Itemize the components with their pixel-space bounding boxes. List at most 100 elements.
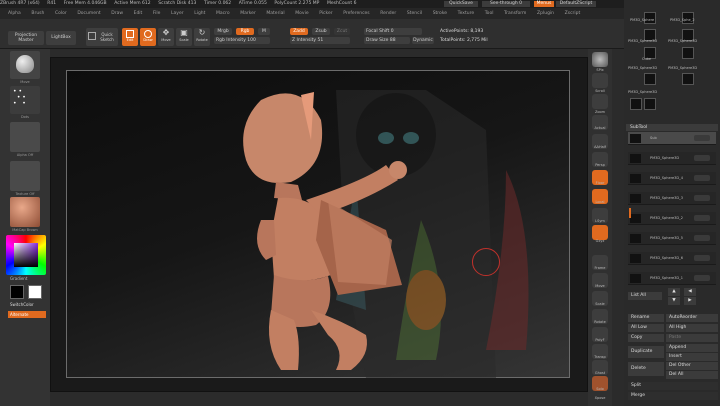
paste-button[interactable]: Paste bbox=[666, 334, 718, 342]
dynamic-button[interactable]: Dynamic bbox=[412, 37, 434, 44]
see-through-slider[interactable]: See-through 0 bbox=[482, 1, 530, 7]
arrow-down-button[interactable]: ▼ bbox=[668, 297, 680, 305]
scale-button[interactable]: ▣ Scale bbox=[176, 28, 192, 46]
rename-button[interactable]: Rename bbox=[628, 314, 664, 322]
lightbox-button[interactable]: LightBox bbox=[46, 31, 76, 45]
brush-selector[interactable] bbox=[10, 51, 40, 79]
gradient-label[interactable]: Gradient bbox=[10, 276, 27, 281]
auto-reorder-button[interactable]: AutoReorder bbox=[666, 314, 718, 322]
tool-thumb[interactable] bbox=[644, 73, 656, 85]
menu-zscript[interactable]: Zscript bbox=[565, 11, 581, 16]
append-button[interactable]: Append bbox=[666, 344, 718, 352]
subtool-row[interactable]: PM3D_Sphere3D bbox=[628, 152, 716, 165]
subtool-row[interactable]: PM3D_Sphere3D_2 bbox=[628, 212, 716, 225]
insert-button[interactable]: Insert bbox=[666, 353, 718, 361]
menu-edit[interactable]: Edit bbox=[134, 11, 143, 16]
menu-color[interactable]: Color bbox=[55, 11, 67, 16]
menu-macro[interactable]: Macro bbox=[216, 11, 230, 16]
menu-stencil[interactable]: Stencil bbox=[407, 11, 422, 16]
edit-button[interactable]: Edit bbox=[122, 28, 138, 46]
tool-thumb[interactable] bbox=[682, 73, 694, 85]
mrgb-button[interactable]: Mrgb bbox=[214, 28, 232, 35]
subtool-row[interactable]: Sub bbox=[628, 132, 716, 145]
menu-layer[interactable]: Layer bbox=[171, 11, 184, 16]
quicksave-button[interactable]: QuickSave bbox=[444, 1, 478, 7]
split-button[interactable]: Split bbox=[628, 382, 718, 390]
model-viewport-render[interactable] bbox=[66, 70, 570, 378]
visibility-toggle[interactable] bbox=[694, 235, 710, 241]
rotate-button[interactable]: ↻ Rotate bbox=[194, 28, 210, 46]
rgb-intensity-slider[interactable]: Rgb Intensity 100 bbox=[214, 37, 270, 44]
menu-marker[interactable]: Marker bbox=[240, 11, 256, 16]
visibility-toggle[interactable] bbox=[694, 155, 710, 161]
menu-file[interactable]: File bbox=[153, 11, 161, 16]
tool-thumb[interactable] bbox=[682, 47, 694, 59]
menu-movie[interactable]: Movie bbox=[295, 11, 308, 16]
m-button[interactable]: M bbox=[258, 28, 270, 35]
xpose-label[interactable]: Xpose bbox=[588, 396, 612, 400]
stroke-selector[interactable]: • • • • • • bbox=[10, 86, 40, 114]
visibility-toggle[interactable] bbox=[694, 135, 710, 141]
scroll-icon[interactable] bbox=[592, 73, 608, 88]
subtool-row[interactable]: PM3D_Sphere3D_3 bbox=[628, 192, 716, 205]
menu-draw[interactable]: Draw bbox=[111, 11, 123, 16]
arrow-up-button[interactable]: ▲ bbox=[668, 288, 680, 296]
merge-button[interactable]: Merge bbox=[628, 392, 718, 400]
menu-alpha[interactable]: Alpha bbox=[8, 11, 21, 16]
del-all-button[interactable]: Del All bbox=[666, 371, 718, 379]
default-zscript-button[interactable]: DefaultZScript bbox=[556, 1, 596, 7]
focal-shift-slider[interactable]: Focal Shift 0 bbox=[364, 28, 422, 35]
zadd-button[interactable]: Zadd bbox=[290, 28, 308, 35]
visibility-toggle[interactable] bbox=[694, 175, 710, 181]
panel-scroll-indicator[interactable] bbox=[629, 208, 631, 218]
switch-color-button[interactable]: SwitchColor bbox=[10, 302, 34, 307]
texture-selector[interactable] bbox=[10, 161, 40, 191]
duplicate-button[interactable]: Duplicate bbox=[628, 346, 664, 358]
arrow-right-button[interactable]: ▶ bbox=[684, 297, 696, 305]
menu-stroke[interactable]: Stroke bbox=[433, 11, 447, 16]
menu-texture[interactable]: Texture bbox=[458, 11, 474, 16]
visibility-toggle[interactable] bbox=[694, 195, 710, 201]
subtool-row[interactable]: PM3D_Sphere3D_6 bbox=[628, 252, 716, 265]
quick-sketch-button[interactable]: Quick Sketch bbox=[86, 28, 118, 46]
menu-render[interactable]: Render bbox=[380, 11, 396, 16]
subtool-row[interactable]: PM3D_Sphere3D_4 bbox=[628, 172, 716, 185]
menu-zplugin[interactable]: Zplugin bbox=[537, 11, 554, 16]
material-selector[interactable] bbox=[10, 197, 40, 227]
color-picker[interactable] bbox=[6, 235, 46, 275]
alpha-selector[interactable] bbox=[10, 122, 40, 152]
menu-preferences[interactable]: Preferences bbox=[343, 11, 369, 16]
draw-button[interactable]: Draw bbox=[140, 28, 156, 46]
zsub-button[interactable]: Zsub bbox=[312, 28, 330, 35]
menu-tool[interactable]: Tool bbox=[485, 11, 494, 16]
main-color-swatch[interactable] bbox=[28, 285, 42, 299]
subtool-row[interactable]: PM3D_Sphere3D_1 bbox=[628, 272, 716, 285]
all-low-button[interactable]: All Low bbox=[628, 324, 664, 332]
visibility-toggle[interactable] bbox=[694, 275, 710, 281]
del-other-button[interactable]: Del Other bbox=[666, 362, 718, 370]
delete-button[interactable]: Delete bbox=[628, 362, 664, 376]
subtool-header[interactable]: SubTool bbox=[626, 124, 718, 131]
projection-master-button[interactable]: Projection Master bbox=[8, 31, 44, 45]
visibility-toggle[interactable] bbox=[694, 255, 710, 261]
list-all-button[interactable]: List All bbox=[628, 292, 662, 300]
color-picker-square[interactable] bbox=[14, 243, 38, 267]
draw-size-slider[interactable]: Draw Size 88 bbox=[364, 37, 410, 44]
menu-material[interactable]: Material bbox=[266, 11, 284, 16]
menu-light[interactable]: Light bbox=[194, 11, 205, 16]
gxyz-icon[interactable] bbox=[592, 225, 608, 240]
zoom-icon[interactable] bbox=[592, 94, 608, 109]
zcut-button[interactable]: Zcut bbox=[334, 28, 350, 35]
tool-thumb[interactable] bbox=[644, 98, 656, 110]
copy-button[interactable]: Copy bbox=[628, 334, 664, 342]
rgb-button[interactable]: Rgb bbox=[236, 28, 254, 35]
all-high-button[interactable]: All High bbox=[666, 324, 718, 332]
menus-button[interactable]: Menus bbox=[534, 1, 554, 7]
visibility-toggle[interactable] bbox=[694, 215, 710, 221]
tool-thumb[interactable] bbox=[630, 98, 642, 110]
menu-brush[interactable]: Brush bbox=[31, 11, 44, 16]
subtool-row[interactable]: PM3D_Sphere3D_5 bbox=[628, 232, 716, 245]
alternate-button[interactable]: Alternate bbox=[8, 311, 46, 318]
z-intensity-slider[interactable]: Z Intensity 51 bbox=[290, 37, 350, 44]
menu-transform[interactable]: Transform bbox=[504, 11, 526, 16]
